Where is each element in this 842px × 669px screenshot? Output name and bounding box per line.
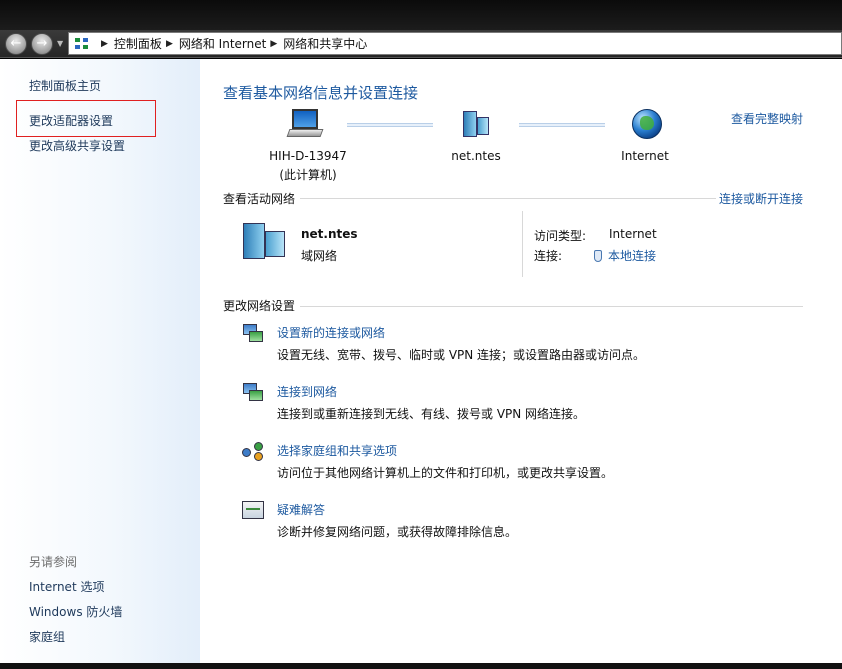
breadcrumb-separator-icon[interactable]: ▶ (166, 39, 173, 49)
domain-network-icon (241, 221, 291, 261)
map-computer-note: (此计算机) (279, 168, 337, 182)
window-top-band (0, 0, 842, 30)
arrow-right-icon: → (36, 36, 48, 51)
network-icon (459, 109, 491, 139)
arrow-left-icon: ← (10, 36, 22, 51)
chevron-down-icon: ▼ (57, 39, 64, 48)
map-internet-label: Internet (621, 149, 669, 163)
computer-icon (286, 107, 324, 139)
sidebar-internet-options[interactable]: Internet 选项 (29, 578, 104, 595)
connection-line (519, 123, 605, 127)
section-divider (300, 306, 803, 307)
local-connection-label[interactable]: 本地连接 (608, 249, 656, 263)
connect-to-network-desc: 连接到或重新连接到无线、有线、拨号或 VPN 网络连接。 (277, 407, 586, 421)
access-type-label: 访问类型: (534, 229, 587, 243)
sidebar: 控制面板主页 更改适配器设置 更改高级共享设置 另请参阅 Internet 选项… (0, 59, 200, 663)
page-title: 查看基本网络信息并设置连接 (223, 84, 419, 102)
back-button[interactable]: ← (5, 33, 27, 55)
forward-button[interactable]: → (31, 33, 53, 55)
breadcrumb-network-sharing-center[interactable]: 网络和共享中心 (283, 35, 367, 52)
breadcrumb-separator-icon[interactable]: ▶ (101, 39, 108, 49)
main-content: 查看基本网络信息并设置连接 查看完整映射 HIH-D-13947 (此计算机) … (200, 59, 842, 663)
internet-globe-icon (632, 109, 662, 139)
sidebar-windows-firewall[interactable]: Windows 防火墙 (29, 603, 122, 620)
recent-pages-dropdown[interactable]: ▼ (57, 40, 65, 48)
sidebar-homegroup[interactable]: 家庭组 (29, 628, 65, 645)
connection-line (347, 123, 433, 127)
troubleshoot-desc: 诊断并修复网络问题，或获得故障排除信息。 (277, 525, 518, 539)
setup-new-connection-link[interactable]: 设置新的连接或网络 (277, 324, 385, 341)
vertical-divider (522, 211, 523, 277)
connections-label: 连接: (534, 249, 563, 263)
connect-network-icon (241, 381, 265, 403)
local-connection-link[interactable]: 本地连接 (594, 247, 656, 264)
breadcrumb-separator-icon[interactable]: ▶ (270, 39, 277, 49)
access-type-value: Internet (609, 227, 657, 241)
sidebar-change-adapter-settings[interactable]: 更改适配器设置 (29, 112, 113, 129)
window-bottom-band (0, 663, 842, 669)
new-connection-icon (241, 322, 265, 344)
troubleshoot-link[interactable]: 疑难解答 (277, 501, 325, 518)
see-also-heading: 另请参阅 (29, 555, 78, 569)
map-computer-name: HIH-D-13947 (269, 149, 347, 163)
breadcrumb-network-internet[interactable]: 网络和 Internet (179, 35, 266, 52)
sidebar-change-advanced-sharing[interactable]: 更改高级共享设置 (29, 137, 125, 154)
address-bar-area: ← → ▼ ▶ 控制面板 ▶ 网络和 Internet ▶ 网络和共享中心 (0, 30, 842, 58)
control-panel-icon (73, 36, 91, 52)
address-box[interactable]: ▶ 控制面板 ▶ 网络和 Internet ▶ 网络和共享中心 (68, 32, 842, 55)
connect-disconnect-link[interactable]: 连接或断开连接 (719, 190, 803, 207)
active-networks-heading: 查看活动网络 (223, 192, 296, 206)
map-network-name: net.ntes (451, 149, 501, 163)
sidebar-control-panel-home[interactable]: 控制面板主页 (29, 77, 101, 94)
ethernet-plug-icon (594, 250, 602, 262)
connect-to-network-link[interactable]: 连接到网络 (277, 383, 337, 400)
change-settings-heading: 更改网络设置 (223, 299, 296, 313)
breadcrumb-control-panel[interactable]: 控制面板 (114, 35, 162, 52)
homegroup-sharing-link[interactable]: 选择家庭组和共享选项 (277, 442, 397, 459)
homegroup-icon (241, 440, 265, 462)
active-network-name: net.ntes (301, 227, 358, 241)
setup-new-connection-desc: 设置无线、宽带、拨号、临时或 VPN 连接；或设置路由器或访问点。 (277, 348, 646, 362)
section-divider (300, 198, 716, 199)
troubleshoot-icon (241, 499, 265, 521)
active-network-type[interactable]: 域网络 (301, 247, 337, 264)
homegroup-sharing-desc: 访问位于其他网络计算机上的文件和打印机，或更改共享设置。 (277, 466, 614, 480)
view-full-map-link[interactable]: 查看完整映射 (731, 110, 803, 127)
